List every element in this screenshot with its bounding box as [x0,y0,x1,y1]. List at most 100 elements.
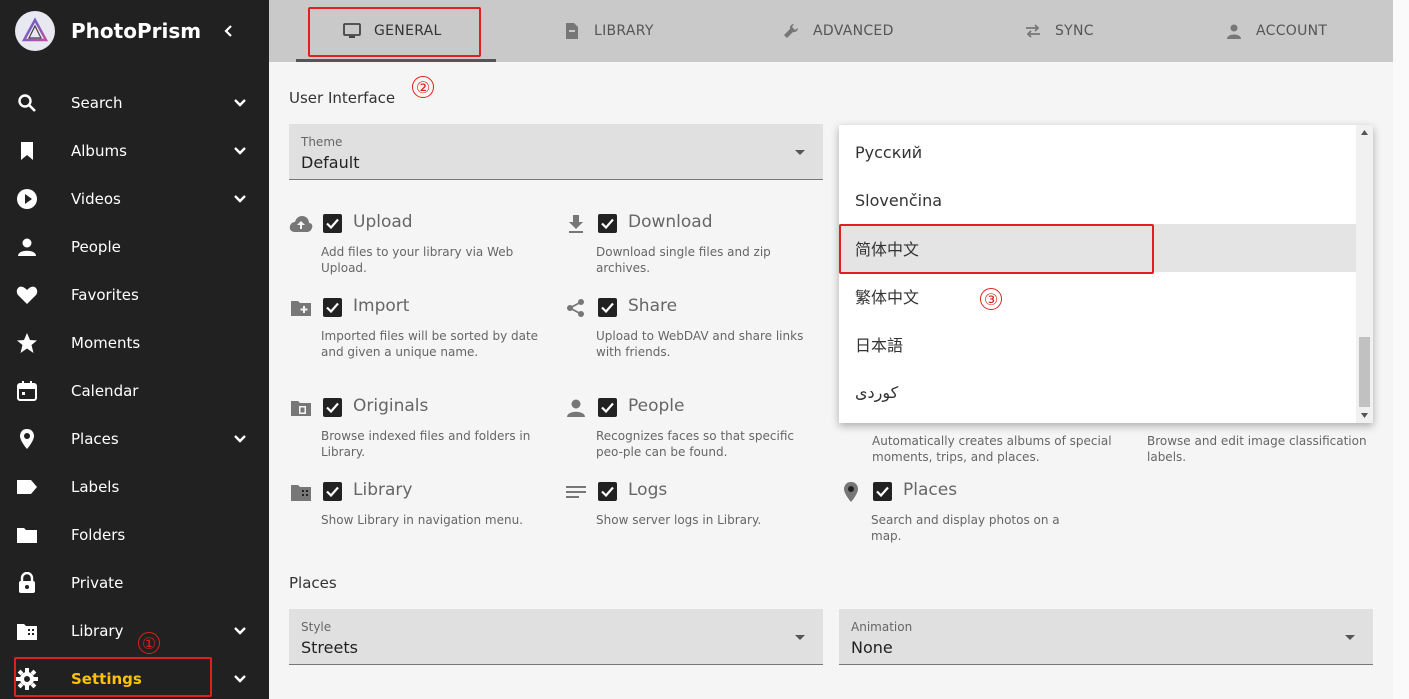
folder-file-icon [289,396,313,420]
checkbox-checked[interactable] [323,482,342,501]
option-title[interactable]: Import [353,296,409,316]
language-option[interactable]: Slovenčina [839,176,1356,224]
tab-library[interactable]: LIBRARY [562,0,654,62]
tab-account[interactable]: ACCOUNT [1224,0,1327,62]
checkbox-checked[interactable] [323,398,342,417]
sidebar-item-labels[interactable]: Labels [0,463,269,511]
option-title[interactable]: Places [903,480,957,500]
style-caption: Style [301,620,332,634]
chevron-down-icon[interactable] [230,669,250,689]
annotation-number-3: ③ [980,288,1002,310]
sidebar-item-label: Library [71,622,124,640]
folder-icon [16,524,38,546]
theme-caption: Theme [301,135,343,149]
sidebar-item-label: Search [71,94,123,112]
option-description: Recognizes faces so that specific peo-pl… [596,429,794,459]
wrench-icon [781,21,801,41]
language-option[interactable]: Русский [839,128,1356,176]
checkbox-checked[interactable] [323,214,342,233]
person-icon [1224,21,1244,41]
cloud-upload-icon [289,212,313,236]
tab-general[interactable]: GENERAL [342,0,442,62]
person-icon [16,236,38,258]
animation-select[interactable]: Animation None [839,609,1373,665]
sidebar-item-search[interactable]: Search [0,79,269,127]
checkbox-checked[interactable] [598,214,617,233]
person-icon [564,396,588,420]
checkbox-checked[interactable] [873,482,892,501]
sidebar-item-people[interactable]: People [0,223,269,271]
option-description: Add files to your library via Web Upload… [321,245,514,275]
sidebar-item-label: People [71,238,121,256]
map-pin-icon [16,428,38,450]
sidebar-item-moments[interactable]: Moments [0,319,269,367]
search-icon [16,92,38,114]
lines-icon [564,480,588,504]
tab-sync[interactable]: SYNC [1023,0,1094,62]
chevron-down-icon[interactable] [230,189,250,209]
sidebar-item-private[interactable]: Private [0,559,269,607]
sidebar-item-places[interactable]: Places [0,415,269,463]
option-description: Show server logs in Library. [596,513,762,527]
checkbox-checked[interactable] [598,482,617,501]
caret-down-icon [1343,631,1357,645]
moments-description: Automatically creates albums of special … [872,434,1112,464]
checkbox-checked[interactable] [323,298,342,317]
language-option[interactable]: 日本語 [839,320,1356,368]
sidebar-item-library[interactable]: Library [0,607,269,655]
tab-label: GENERAL [374,23,442,39]
sidebar-item-folders[interactable]: Folders [0,511,269,559]
scroll-down-arrow-icon[interactable] [1360,411,1369,420]
option-title[interactable]: Originals [353,396,428,416]
option-title[interactable]: Download [628,212,713,232]
option-description: Browse indexed files and folders in Libr… [321,429,531,459]
photoprism-logo-icon [15,11,55,51]
annotation-number-2: ② [412,76,434,98]
map-pin-icon [839,480,863,504]
dropdown-scrollbar[interactable] [1356,125,1373,423]
sidebar-item-label: Favorites [71,286,139,304]
sidebar-item-settings[interactable]: Settings [0,655,269,699]
option-title[interactable]: Upload [353,212,413,232]
chevron-down-icon[interactable] [230,429,250,449]
option-title[interactable]: Share [628,296,677,316]
sidebar-item-label: Private [71,574,124,592]
language-option[interactable]: کوردی [839,368,1356,416]
scroll-up-arrow-icon[interactable] [1360,128,1369,137]
app-name: PhotoPrism [71,19,202,43]
option-originals: Originals Browse indexed files and folder… [289,396,539,459]
animation-value: None [851,638,893,657]
option-logs: Logs Show server logs in Library. [564,480,814,540]
checkbox-checked[interactable] [598,298,617,317]
style-select[interactable]: Style Streets [289,609,823,665]
sidebar-item-videos[interactable]: Videos [0,175,269,223]
sidebar-item-albums[interactable]: Albums [0,127,269,175]
chevron-down-icon[interactable] [230,93,250,113]
film-folder-icon [289,480,313,504]
chevron-left-icon [224,25,232,37]
sidebar-item-calendar[interactable]: Calendar [0,367,269,415]
caret-down-icon [793,146,807,160]
chevron-down-icon[interactable] [230,141,250,161]
option-title[interactable]: People [628,396,684,416]
language-option-highlighted[interactable]: 简体中文 [839,224,1356,272]
chevron-down-icon[interactable] [230,621,250,641]
option-title[interactable]: Logs [628,480,667,500]
theme-value: Default [301,153,360,172]
animation-caption: Animation [851,620,913,634]
option-share: Share Upload to WebDAV and share links wi… [564,296,814,359]
collapse-sidebar-button[interactable] [218,20,240,42]
tab-advanced[interactable]: ADVANCED [781,0,894,62]
theme-select[interactable]: Theme Default [289,124,823,180]
page-scrollbar[interactable] [1393,0,1409,699]
sidebar-item-label: Moments [71,334,141,352]
option-download: Download Download single files and zip ar… [564,212,814,275]
option-title[interactable]: Library [353,480,412,500]
sidebar-item-favorites[interactable]: Favorites [0,271,269,319]
monitor-icon [342,21,362,41]
sidebar-item-label: Places [71,430,119,448]
scrollbar-thumb[interactable] [1359,337,1370,407]
checkbox-checked[interactable] [598,398,617,417]
language-option[interactable]: 繁体中文 [839,272,1356,320]
sidebar-item-label: Folders [71,526,126,544]
